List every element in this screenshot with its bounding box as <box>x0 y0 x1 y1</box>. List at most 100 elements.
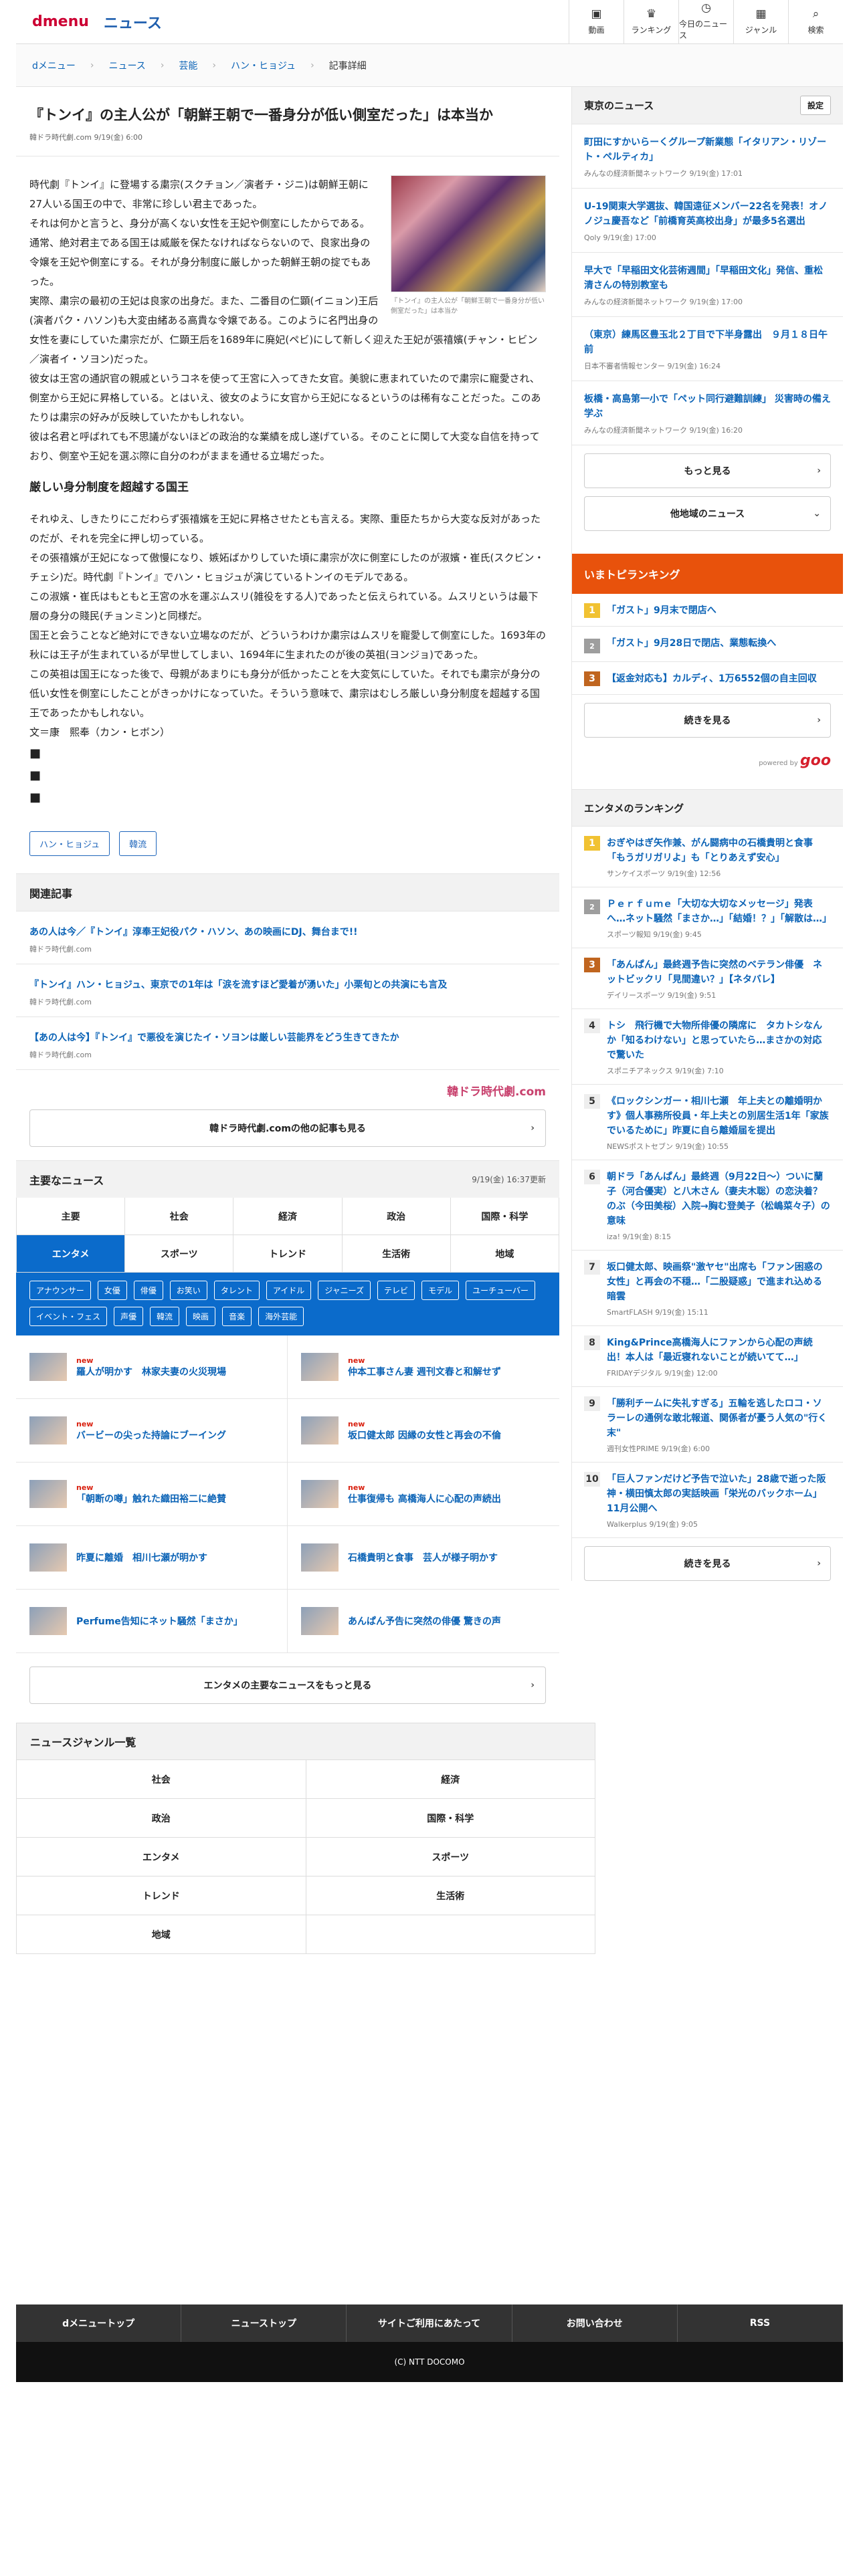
tab-trend[interactable]: トレンド <box>233 1235 343 1273</box>
news-logo[interactable]: ニュース <box>104 11 162 33</box>
ranking-item[interactable]: 2 「ガスト」9月28日で閉店、業態転換へ <box>572 627 843 662</box>
genre-link[interactable]: 地域 <box>17 1915 306 1954</box>
ranking-title[interactable]: 《ロックシンガー・相川七瀬 年上夫との離婚明かす》個人事務所役員・年上夫との別居… <box>607 1094 831 1138</box>
news-title[interactable]: 昨夏に離婚 相川七瀬が明かす <box>76 1553 207 1564</box>
news-title[interactable]: 板橋・高島第一小で「ペット同行避難訓練」 災害時の備え学ぶ <box>584 392 831 421</box>
nav-search-button[interactable]: ⌕ 検索 <box>788 0 843 44</box>
ranking-item[interactable]: 1 「ガスト」9月末で閉店へ <box>572 594 843 627</box>
tab-main[interactable]: 主要 <box>17 1198 126 1235</box>
ranking-more-button[interactable]: 続きを見る › <box>584 703 831 738</box>
genre-link[interactable]: スポーツ <box>306 1838 595 1876</box>
nav-video-button[interactable]: ▣ 動画 <box>569 0 624 44</box>
news-thumb-item[interactable]: new 仕事復帰も 高橋海人に心配の声続出 <box>288 1463 559 1526</box>
nav-ranking-button[interactable]: ♛ ランキング <box>624 0 678 44</box>
footer-link-news-top[interactable]: ニューストップ <box>181 2304 347 2342</box>
news-thumbnail[interactable] <box>301 1480 339 1508</box>
tab-lifestyle[interactable]: 生活術 <box>342 1235 451 1273</box>
news-thumbnail[interactable] <box>29 1480 67 1508</box>
tag-han-hyoju[interactable]: ハン・ヒョジュ <box>29 831 110 856</box>
ranking-item[interactable]: 7 坂口健太郎、映画祭"激ヤセ"出席も「ファン困惑の女性」と再会の不穏…「二股疑惑… <box>572 1251 843 1326</box>
news-thumbnail[interactable] <box>301 1416 339 1444</box>
news-thumb-item[interactable]: new 「朝断の噂」触れた織田裕二に絶賛 <box>16 1463 288 1526</box>
genre-link[interactable]: 国際・科学 <box>306 1799 595 1838</box>
news-thumbnail[interactable] <box>301 1543 339 1572</box>
tokyo-news-item[interactable]: U-19関東大学選抜、韓国遠征メンバー22名を発表！オノノジュ慶吾など「前橋育英… <box>572 189 843 253</box>
news-title[interactable]: 「朝断の噂」触れた織田裕二に絶賛 <box>76 1494 226 1505</box>
keyword-chip[interactable]: 韓流 <box>150 1307 180 1326</box>
tab-society[interactable]: 社会 <box>125 1198 234 1235</box>
keyword-chip[interactable]: お笑い <box>169 1281 207 1300</box>
ranking-item[interactable]: 2 Ｐｅｒｆｕｍｅ「大切な大切なメッセージ」発表へ…ネット騒然「まさか…」「結婚！… <box>572 887 843 948</box>
ranking-title[interactable]: 坂口健太郎、映画祭"激ヤセ"出席も「ファン困惑の女性」と再会の不穏…「二股疑惑」… <box>607 1260 831 1304</box>
news-title[interactable]: 仲本工事さん妻 週刊文春と和解せず <box>348 1367 501 1378</box>
news-title[interactable]: あんぱん予告に突然の俳優 驚きの声 <box>348 1616 501 1627</box>
news-title[interactable]: （東京）練馬区豊玉北２丁目で下半身露出 ９月１８日午前 <box>584 328 831 357</box>
news-thumb-item[interactable]: あんぱん予告に突然の俳優 驚きの声 <box>288 1590 559 1653</box>
tokyo-news-item[interactable]: （東京）練馬区豊玉北２丁目で下半身露出 ９月１８日午前 日本不審者情報センター 9… <box>572 317 843 381</box>
news-thumb-item[interactable]: new 仲本工事さん妻 週刊文春と和解せず <box>288 1335 559 1399</box>
breadcrumb-news[interactable]: ニュース <box>109 59 146 72</box>
genre-link[interactable]: 経済 <box>306 1760 595 1799</box>
entertainment-more-button[interactable]: エンタメの主要なニュースをもっと見る › <box>29 1667 546 1704</box>
ranking-item[interactable]: 1 おぎやはぎ矢作兼、がん闘病中の石橋貴明と食事「もうガリガリよ」も「とりあえず安… <box>572 827 843 887</box>
ranking-title[interactable]: Ｐｅｒｆｕｍｅ「大切な大切なメッセージ」発表へ…ネット騒然「まさか…」「結婚！？… <box>607 897 832 926</box>
keyword-chip[interactable]: 声優 <box>114 1307 144 1326</box>
news-thumbnail[interactable] <box>301 1353 339 1381</box>
related-item[interactable]: 『トンイ』ハン・ヒョジュ、東京での1年は「涙を流すほど愛着が湧いた」小栗旬との共… <box>16 964 559 1017</box>
genre-link[interactable]: 社会 <box>17 1760 306 1799</box>
ranking-title[interactable]: おぎやはぎ矢作兼、がん闘病中の石橋貴明と食事「もうガリガリよ」も「とりあえず安心… <box>607 836 831 865</box>
tab-international[interactable]: 国際・科学 <box>450 1198 559 1235</box>
ranking-title[interactable]: King&Prince高橋海人にファンから心配の声続出！本人は「最近寝れないこと… <box>607 1335 831 1365</box>
keyword-chip[interactable]: ジャニーズ <box>318 1281 371 1300</box>
ranking-title[interactable]: 「あんぱん」最終週予告に突然のベテラン俳優 ネットビックリ「見間違い？」【ネタバ… <box>607 958 831 987</box>
related-title[interactable]: 【あの人は今】『トンイ』で悪役を演じたイ・ソヨンは厳しい芸能界をどう生きてきたか <box>29 1031 546 1045</box>
ranking-item[interactable]: 4 トシ 飛行機で大物所俳優の隣席に タカトシなんか「知るわけない」と思っていたら… <box>572 1009 843 1085</box>
news-title[interactable]: バービーの尖った持論にブーイング <box>76 1430 226 1441</box>
genre-link[interactable]: エンタメ <box>17 1838 306 1876</box>
news-thumbnail[interactable] <box>29 1416 67 1444</box>
tokyo-news-item[interactable]: 板橋・高島第一小で「ペット同行避難訓練」 災害時の備え学ぶ みんなの経済新聞ネット… <box>572 381 843 445</box>
logo[interactable]: dmenu ニュース <box>16 11 162 33</box>
ranking-item[interactable]: 8 King&Prince高橋海人にファンから心配の声続出！本人は「最近寝れないこ… <box>572 1326 843 1387</box>
ranking-title[interactable]: 【返金対応も】カルディ、1万6552個の自主回収 <box>607 671 817 686</box>
news-title[interactable]: 仕事復帰も 高橋海人に心配の声続出 <box>348 1494 501 1505</box>
news-thumb-item[interactable]: new 羅人が明かす 林家夫妻の火災現場 <box>16 1335 288 1399</box>
ranking-title[interactable]: 「ガスト」9月末で閉店へ <box>607 603 717 618</box>
footer-link-rss[interactable]: RSS <box>678 2304 844 2342</box>
tokyo-news-item[interactable]: 早大で「早稲田文化芸術週間」「早稲田文化」発信、重松清さんの特別教室も みんなの経… <box>572 253 843 317</box>
news-thumbnail[interactable] <box>301 1607 339 1635</box>
nav-today-button[interactable]: ◷ 今日のニュース <box>678 0 733 44</box>
keyword-chip[interactable]: 映画 <box>186 1307 216 1326</box>
tokyo-more-button[interactable]: もっと見る › <box>584 453 831 488</box>
footer-link-dmenu-top[interactable]: dメニュートップ <box>16 2304 182 2342</box>
tab-entertainment[interactable]: エンタメ <box>17 1235 126 1273</box>
tab-region[interactable]: 地域 <box>450 1235 559 1273</box>
news-title[interactable]: 坂口健太郎 因縁の女性と再会の不倫 <box>348 1430 501 1441</box>
tokyo-news-item[interactable]: 町田にすかいらーくグループ新業態「イタリアン・リゾート・ペルティカ」 みんなの経済… <box>572 124 843 189</box>
article-figure[interactable]: 『トンイ』の主人公が「朝鮮王朝で一番身分が低い側室だった」は本当か <box>391 175 546 316</box>
news-thumb-item[interactable]: 石橋貴明と食事 芸人が様子明かす <box>288 1526 559 1590</box>
keyword-chip[interactable]: モデル <box>421 1281 460 1300</box>
ent-ranking-more-button[interactable]: 続きを見る › <box>584 1546 831 1581</box>
publisher-logo[interactable]: 韓ドラ時代劇.com <box>16 1070 559 1105</box>
ranking-title[interactable]: 「巨人ファンだけど予告で泣いた」28歳で逝った阪神・横田慎太郎の実話映画「栄光の… <box>607 1472 831 1516</box>
breadcrumb-han-hyoju[interactable]: ハン・ヒョジュ <box>231 59 296 72</box>
keyword-chip[interactable]: タレント <box>213 1281 260 1300</box>
ranking-item[interactable]: 5 《ロックシンガー・相川七瀬 年上夫との離婚明かす》個人事務所役員・年上夫との別… <box>572 1085 843 1160</box>
settings-button[interactable]: 設定 <box>799 96 831 115</box>
ranking-item[interactable]: 10 「巨人ファンだけど予告で泣いた」28歳で逝った阪神・横田慎太郎の実話映画「栄… <box>572 1463 843 1538</box>
tab-economy[interactable]: 経済 <box>233 1198 343 1235</box>
nav-genre-button[interactable]: ▦ ジャンル <box>733 0 788 44</box>
ranking-item[interactable]: 3 「あんぱん」最終週予告に突然のベテラン俳優 ネットビックリ「見間違い？」【ネタ… <box>572 948 843 1009</box>
keyword-chip[interactable]: アナウンサー <box>29 1281 91 1300</box>
genre-link[interactable]: 生活術 <box>306 1876 595 1915</box>
news-thumbnail[interactable] <box>29 1353 67 1381</box>
publisher-more-button[interactable]: 韓ドラ時代劇.comの他の記事も見る › <box>29 1109 546 1147</box>
news-title[interactable]: U-19関東大学選抜、韓国遠征メンバー22名を発表！オノノジュ慶吾など「前橋育英… <box>584 199 831 229</box>
keyword-chip[interactable]: テレビ <box>377 1281 415 1300</box>
ranking-title[interactable]: 朝ドラ「あんぱん」最終週（9月22日〜）ついに蘭子（河合優実）と八木さん（妻夫木… <box>607 1170 831 1228</box>
news-thumbnail[interactable] <box>29 1543 67 1572</box>
news-thumb-item[interactable]: Perfume告知にネット騒然「まさか」 <box>16 1590 288 1653</box>
related-title[interactable]: 『トンイ』ハン・ヒョジュ、東京での1年は「涙を流すほど愛着が湧いた」小栗旬との共… <box>29 978 546 992</box>
ranking-title[interactable]: 「ガスト」9月28日で閉店、業態転換へ <box>607 636 776 651</box>
